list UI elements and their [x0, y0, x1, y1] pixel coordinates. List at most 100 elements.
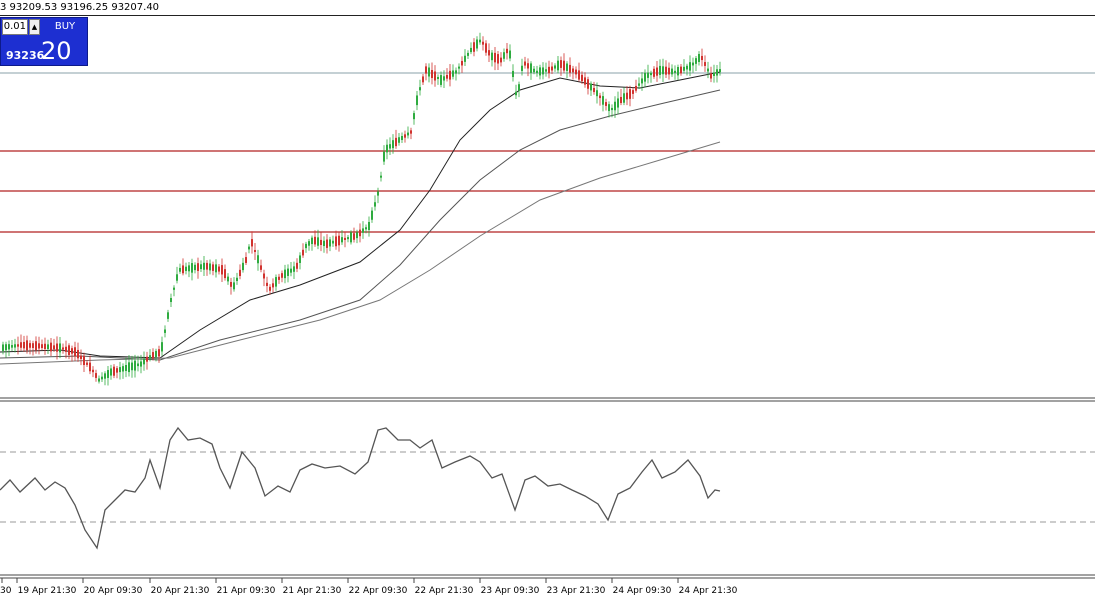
bear-candle: [422, 76, 424, 83]
time-axis-ticks: [1, 578, 679, 583]
bear-candle: [23, 341, 25, 349]
bear-candle: [632, 90, 634, 94]
bear-candle: [92, 369, 94, 373]
lot-spinner-up-icon[interactable]: ▲: [29, 19, 40, 35]
bull-candle: [455, 70, 457, 74]
bear-candle: [680, 66, 682, 74]
bear-candle: [338, 235, 340, 246]
bear-candle: [626, 92, 628, 100]
bull-candle: [194, 264, 196, 271]
bull-candle: [47, 344, 49, 349]
bear-candle: [68, 345, 70, 355]
bull-candle: [341, 237, 343, 243]
time-axis-label: 23 Apr 09:30: [480, 586, 540, 596]
bull-candle: [698, 53, 700, 63]
bear-candle: [65, 346, 67, 352]
bear-candle: [578, 70, 580, 80]
bear-candle: [668, 67, 670, 75]
bear-candle: [344, 237, 346, 240]
bull-candle: [104, 373, 106, 379]
bull-candle: [236, 277, 238, 282]
bear-candle: [296, 262, 298, 269]
bear-candle: [218, 266, 220, 272]
bull-candle: [98, 378, 100, 382]
bear-candle: [224, 269, 226, 279]
bull-candle: [545, 69, 547, 72]
bear-candle: [314, 236, 316, 245]
bear-candle: [410, 130, 412, 134]
bear-candle: [446, 74, 448, 79]
bull-candle: [398, 137, 400, 143]
bull-candle: [275, 277, 277, 287]
bull-candle: [443, 76, 445, 81]
bull-candle: [101, 376, 103, 380]
bull-candle: [110, 368, 112, 376]
bull-candle: [542, 67, 544, 75]
one-click-trade-panel: 0.01 ▲ BUY 93236 20: [0, 17, 88, 66]
bull-candle: [533, 68, 535, 73]
bear-candle: [230, 281, 232, 287]
oscillator-pane: [0, 426, 1095, 550]
bear-candle: [599, 95, 601, 99]
time-axis-label: 22 Apr 09:30: [348, 586, 408, 596]
bull-candle: [689, 62, 691, 71]
bear-candle: [710, 73, 712, 79]
bull-candle: [401, 135, 403, 141]
moving-average-line: [0, 141, 721, 365]
bull-candle: [284, 269, 286, 279]
bull-candle: [590, 83, 592, 91]
bull-candle: [200, 264, 202, 270]
bear-candle: [50, 342, 52, 352]
bull-candle: [602, 96, 604, 105]
bear-candle: [197, 263, 199, 271]
candlesticks: [2, 32, 721, 386]
bull-candle: [8, 344, 10, 350]
bear-candle: [359, 229, 361, 237]
bear-candle: [581, 74, 583, 82]
bear-candle: [29, 343, 31, 348]
bear-candle: [524, 61, 526, 66]
bear-candle: [656, 67, 658, 76]
bull-candle: [155, 350, 157, 358]
bull-candle: [215, 264, 217, 273]
bull-candle: [248, 246, 250, 250]
bull-candle: [638, 83, 640, 86]
bull-candle: [227, 276, 229, 282]
bull-candle: [209, 263, 211, 271]
bull-candle: [659, 65, 661, 75]
bull-candle: [617, 98, 619, 108]
bear-candle: [89, 362, 91, 372]
bull-candle: [536, 70, 538, 73]
bull-candle: [299, 255, 301, 263]
bull-candle: [539, 67, 541, 76]
bear-candle: [704, 62, 706, 66]
bull-candle: [362, 228, 364, 233]
bear-candle: [74, 347, 76, 357]
bear-candle: [635, 85, 637, 91]
bull-candle: [671, 68, 673, 75]
time-axis-label: 23 Apr 21:30: [546, 586, 606, 596]
bear-candle: [449, 70, 451, 80]
bull-candle: [203, 262, 205, 270]
bear-candle: [461, 60, 463, 66]
bear-candle: [434, 71, 436, 81]
bull-candle: [131, 362, 133, 371]
bull-candle: [557, 60, 559, 71]
bull-candle: [368, 221, 370, 231]
bull-candle: [614, 101, 616, 111]
lot-size-input[interactable]: 0.01: [2, 19, 28, 35]
bull-candle: [59, 343, 61, 353]
price-chart[interactable]: [0, 0, 1095, 600]
bull-candle: [350, 232, 352, 243]
bear-candle: [593, 87, 595, 93]
buy-button[interactable]: BUY: [43, 19, 87, 35]
buy-price-pips[interactable]: 20: [41, 38, 72, 64]
time-axis-label: 19 Apr 21:30: [17, 586, 77, 596]
bear-candle: [146, 356, 148, 362]
bull-candle: [479, 39, 481, 43]
bear-candle: [38, 343, 40, 349]
bear-candle: [584, 77, 586, 85]
buy-price-main[interactable]: 93236: [6, 50, 44, 62]
bull-candle: [356, 232, 358, 239]
bear-candle: [548, 66, 550, 74]
